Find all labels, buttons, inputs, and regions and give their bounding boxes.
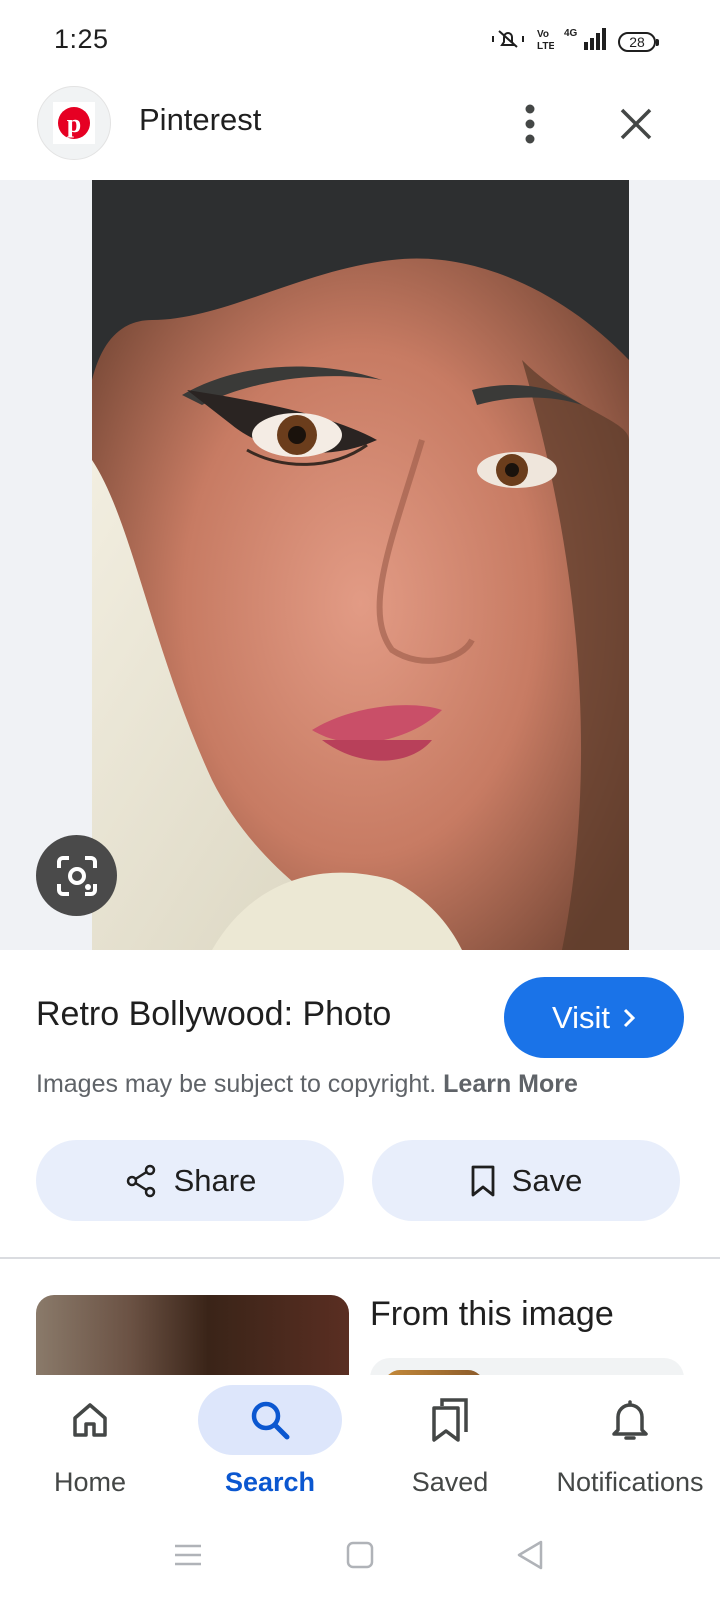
visit-button-label: Visit xyxy=(551,999,610,1035)
svg-text:LTE: LTE xyxy=(537,41,554,51)
square-icon xyxy=(346,1541,374,1569)
source-header: p Pinterest xyxy=(0,80,720,180)
share-label: Share xyxy=(173,1162,257,1198)
logo-letter: p xyxy=(67,109,81,138)
chevron-right-icon xyxy=(623,1008,636,1027)
battery-level: 28 xyxy=(629,33,645,50)
more-vert-icon xyxy=(525,104,535,144)
pinterest-logo-icon[interactable]: p xyxy=(37,86,111,160)
bottom-navigation: Home Search Saved Notifications xyxy=(0,1375,720,1505)
nav-search[interactable]: Search xyxy=(180,1375,360,1505)
nav-search-label: Search xyxy=(224,1467,316,1497)
share-icon xyxy=(126,1164,155,1197)
volte-icon: Vo LTE xyxy=(536,27,555,56)
bookmark-icon xyxy=(471,1165,495,1196)
copyright-text: Images may be subject to copyright. xyxy=(36,1070,437,1098)
share-button[interactable]: Share xyxy=(36,1140,344,1221)
result-title[interactable]: Retro Bollywood: Photo xyxy=(36,995,391,1034)
status-time: 1:25 xyxy=(54,24,109,54)
recents-button[interactable] xyxy=(168,1535,208,1575)
nav-home[interactable]: Home xyxy=(0,1375,180,1505)
battery-icon: 28 xyxy=(618,31,659,52)
system-navigation-bar xyxy=(0,1505,720,1600)
mute-vibrate-icon xyxy=(490,27,526,56)
google-lens-button[interactable] xyxy=(36,835,117,916)
menu-icon xyxy=(175,1544,201,1566)
status-bar: 1:25 Vo LTE 4G 28 xyxy=(0,0,720,80)
from-this-image-heading: From this image xyxy=(370,1295,614,1333)
nav-saved-label: Saved xyxy=(411,1467,489,1497)
site-name[interactable]: Pinterest xyxy=(139,102,261,138)
more-options-button[interactable] xyxy=(505,94,555,154)
status-icons: Vo LTE 4G 28 xyxy=(490,26,659,57)
back-button[interactable] xyxy=(510,1535,550,1575)
network-type-label: 4G xyxy=(564,28,578,39)
copyright-notice: Images may be subject to copyright. Lear… xyxy=(36,1070,578,1099)
nav-saved[interactable]: Saved xyxy=(360,1375,540,1505)
visit-button[interactable]: Visit xyxy=(504,977,684,1058)
nav-notifications-label: Notifications xyxy=(556,1467,704,1497)
image-viewer[interactable] xyxy=(0,180,720,950)
result-image[interactable] xyxy=(92,180,629,950)
learn-more-link[interactable]: Learn More xyxy=(443,1070,578,1098)
close-icon xyxy=(620,108,652,140)
svg-text:Vo: Vo xyxy=(537,29,549,40)
related-image-thumbnail[interactable] xyxy=(36,1295,349,1375)
nav-notifications[interactable]: Notifications xyxy=(540,1375,720,1505)
save-label: Save xyxy=(511,1162,583,1198)
home-icon xyxy=(18,1385,162,1455)
search-icon xyxy=(198,1385,342,1455)
lens-icon xyxy=(56,855,97,896)
signal-4g-icon: 4G xyxy=(564,26,608,57)
back-triangle-icon xyxy=(517,1540,543,1570)
nav-home-label: Home xyxy=(53,1467,127,1497)
saved-icon xyxy=(378,1385,522,1455)
close-button[interactable] xyxy=(606,94,666,154)
home-system-button[interactable] xyxy=(340,1535,380,1575)
bell-icon xyxy=(558,1385,702,1455)
save-button[interactable]: Save xyxy=(372,1140,680,1221)
section-divider xyxy=(0,1257,720,1259)
